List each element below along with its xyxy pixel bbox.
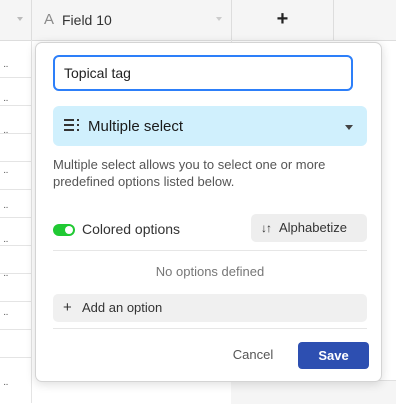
grid-header-row: A Field 10 + <box>0 0 396 41</box>
colored-options-toggle[interactable] <box>53 224 75 236</box>
row-cell-marker[interactable]: ·· <box>3 168 9 178</box>
row-divider <box>0 357 31 358</box>
field-name-input[interactable] <box>53 55 353 91</box>
chevron-down-icon[interactable] <box>17 17 23 21</box>
row-cell-marker[interactable]: ·· <box>3 128 9 138</box>
grid-column-divider <box>31 40 32 403</box>
row-divider <box>0 217 31 218</box>
row-divider <box>0 301 31 302</box>
save-button[interactable]: Save <box>298 342 369 369</box>
plus-icon: + <box>63 299 72 316</box>
divider <box>53 328 367 329</box>
alphabetize-label: Alphabetize <box>279 220 347 235</box>
field-type-label: Multiple select <box>88 118 184 135</box>
add-option-button[interactable]: + Add an option <box>53 294 367 322</box>
row-cell-marker[interactable]: ·· <box>3 62 9 72</box>
text-field-type-icon: A <box>44 11 55 28</box>
sort-icon: ↓↑ <box>261 221 272 235</box>
row-cell-marker[interactable]: ·· <box>3 271 9 281</box>
toggle-knob <box>65 226 73 234</box>
row-cell-marker[interactable]: ·· <box>3 380 9 390</box>
colored-options-label: Colored options <box>82 221 181 237</box>
row-cell-marker[interactable]: ·· <box>3 237 9 247</box>
row-divider <box>0 329 31 330</box>
field-type-select[interactable]: Multiple select <box>53 106 367 146</box>
divider <box>53 250 367 251</box>
field-header-name: Field 10 <box>62 12 112 28</box>
chevron-down-icon[interactable] <box>216 17 222 21</box>
previous-column-header[interactable] <box>0 0 32 40</box>
row-cell-marker[interactable]: ·· <box>3 96 9 106</box>
grid-summary-bar <box>231 380 396 404</box>
field-type-description: Multiple select allows you to select one… <box>53 157 326 189</box>
chevron-down-icon <box>345 125 353 130</box>
row-cell-marker[interactable]: ·· <box>3 203 9 213</box>
field-config-popup: Multiple select Multiple select allows y… <box>35 42 382 382</box>
alphabetize-button[interactable]: ↓↑ Alphabetize <box>251 214 367 242</box>
add-field-button[interactable]: + <box>232 0 334 40</box>
cancel-button[interactable]: Cancel <box>227 344 279 366</box>
row-divider <box>0 161 31 162</box>
add-option-label: Add an option <box>82 300 163 315</box>
field-10-column-header[interactable]: A Field 10 <box>32 0 232 40</box>
plus-icon: + <box>276 8 289 30</box>
row-divider <box>0 77 31 78</box>
multiple-select-icon <box>64 119 79 131</box>
row-cell-marker[interactable]: ·· <box>3 310 9 320</box>
empty-options-message: No options defined <box>155 264 265 279</box>
row-divider <box>0 189 31 190</box>
